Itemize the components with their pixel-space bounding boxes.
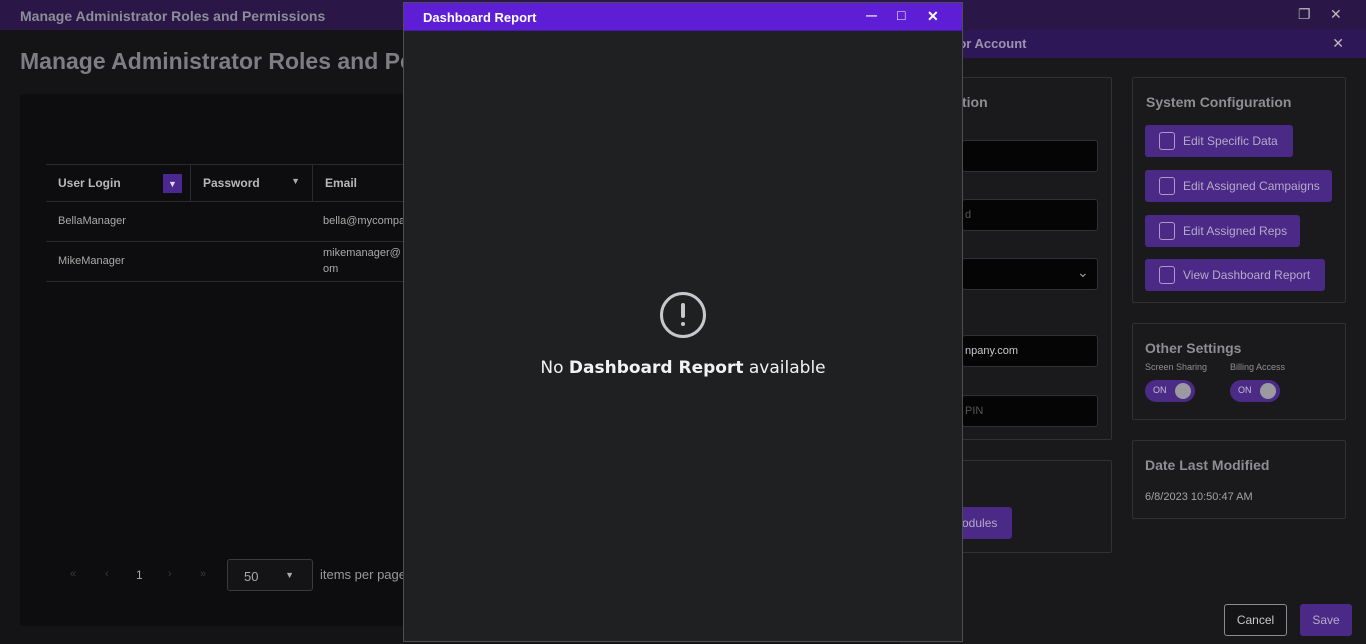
- toggle-knob: [1260, 383, 1276, 399]
- cancel-button[interactable]: Cancel: [1224, 604, 1287, 636]
- column-header-label: Email: [325, 176, 358, 190]
- system-configuration-title: System Configuration: [1146, 94, 1292, 110]
- pin-placeholder: PIN: [965, 405, 984, 417]
- grid-header: User Login ▼ Password ▼ Email: [46, 164, 440, 202]
- last-page-icon[interactable]: »: [200, 568, 206, 580]
- back-window-title: Manage Administrator Roles and Permissio…: [20, 8, 326, 24]
- cell-email: bella@mycompa: [323, 215, 406, 227]
- column-header-user-login[interactable]: User Login ▼: [46, 165, 191, 201]
- save-button[interactable]: Save: [1300, 604, 1352, 636]
- role-select[interactable]: ⌄: [962, 258, 1098, 290]
- filter-icon[interactable]: ▼: [163, 174, 182, 193]
- report-icon: [1159, 266, 1175, 284]
- message-suffix: available: [748, 358, 826, 378]
- email-field[interactable]: npany.com: [962, 335, 1098, 367]
- date-last-modified-value: 6/8/2023 10:50:47 AM: [1145, 491, 1253, 503]
- cell-email-line2: om: [323, 263, 339, 275]
- items-per-page-label: items per page: [320, 567, 406, 582]
- edit-window-title: tor Account: [954, 36, 1027, 51]
- next-page-icon[interactable]: ›: [168, 568, 172, 580]
- other-settings-card: Other Settings Screen Sharing ON Billing…: [1132, 323, 1346, 420]
- screen-sharing-label: Screen Sharing: [1145, 362, 1208, 372]
- dashboard-report-dialog: Dashboard Report — □ ✕ No Dashboard Repo…: [403, 2, 963, 642]
- edit-assigned-campaigns-button[interactable]: Edit Assigned Campaigns: [1145, 170, 1332, 202]
- login-field[interactable]: [962, 140, 1098, 172]
- column-header-label: User Login: [58, 176, 121, 190]
- toggle-state: ON: [1238, 385, 1252, 395]
- empty-state-message: No Dashboard Report available: [404, 358, 962, 378]
- cell-email-line1: mikemanager@: [323, 247, 401, 259]
- toggle-state: ON: [1153, 385, 1167, 395]
- database-icon: [1159, 132, 1175, 150]
- date-last-modified-card: Date Last Modified 6/8/2023 10:50:47 AM: [1132, 440, 1346, 519]
- minimize-icon[interactable]: —: [866, 10, 877, 22]
- cell-user-login: MikeManager: [58, 255, 125, 267]
- edit-assigned-reps-button[interactable]: Edit Assigned Reps: [1145, 215, 1300, 247]
- view-dashboard-report-button[interactable]: View Dashboard Report: [1145, 259, 1325, 291]
- page-size-select[interactable]: 50 ▼: [227, 559, 313, 591]
- table-row[interactable]: MikeManager mikemanager@ om: [46, 242, 440, 282]
- megaphone-icon: [1159, 177, 1175, 195]
- message-prefix: No: [540, 358, 564, 378]
- button-label: View Dashboard Report: [1183, 268, 1311, 282]
- back-window-close-icon[interactable]: ✕: [1330, 6, 1342, 23]
- page-size-value: 50: [244, 569, 259, 584]
- message-bold: Dashboard Report: [568, 358, 744, 378]
- button-label: Edit Specific Data: [1183, 134, 1278, 148]
- password-placeholder: d: [965, 209, 972, 221]
- dialog-close-icon[interactable]: ✕: [927, 8, 939, 25]
- prev-page-icon[interactable]: ‹: [105, 568, 109, 580]
- table-row[interactable]: BellaManager bella@mycompa: [46, 202, 440, 242]
- maximize-icon[interactable]: □: [897, 7, 905, 23]
- section-title: tion: [962, 94, 988, 110]
- cell-user-login: BellaManager: [58, 215, 126, 227]
- page-number[interactable]: 1: [136, 568, 143, 582]
- pager: « ‹ 1 › » 50 ▼ items per page: [60, 559, 440, 591]
- button-label: Edit Assigned Campaigns: [1183, 179, 1320, 193]
- column-header-password[interactable]: Password ▼: [191, 165, 313, 201]
- page-title: Manage Administrator Roles and Pe: [20, 48, 413, 74]
- edit-specific-data-button[interactable]: Edit Specific Data: [1145, 125, 1293, 157]
- users-grid: User Login ▼ Password ▼ Email BellaManag…: [20, 94, 440, 626]
- column-header-label: Password: [203, 176, 260, 190]
- filter-icon[interactable]: ▼: [291, 176, 300, 186]
- edit-modules-button[interactable]: odules: [956, 507, 1012, 539]
- person-icon: [1159, 222, 1175, 240]
- dialog-titlebar[interactable]: Dashboard Report — □ ✕: [404, 3, 962, 31]
- restore-icon[interactable]: ❐: [1298, 6, 1311, 23]
- system-configuration-card: System Configuration Edit Specific Data …: [1132, 77, 1346, 303]
- date-last-modified-title: Date Last Modified: [1145, 457, 1270, 473]
- billing-access-label: Billing Access: [1230, 362, 1286, 372]
- exclamation-circle-icon: [660, 292, 706, 338]
- edit-window-body: tion d ⌄ npany.com PIN odules System Con…: [900, 58, 1366, 644]
- edit-window-close-icon[interactable]: ✕: [1332, 35, 1344, 52]
- toggle-knob: [1175, 383, 1191, 399]
- first-page-icon[interactable]: «: [70, 568, 76, 580]
- edit-window-titlebar: tor Account ✕: [900, 30, 1366, 58]
- chevron-down-icon: ⌄: [1077, 264, 1089, 280]
- email-value: npany.com: [965, 345, 1018, 357]
- other-settings-title: Other Settings: [1145, 340, 1242, 356]
- password-field[interactable]: d: [962, 199, 1098, 231]
- billing-access-toggle[interactable]: ON: [1230, 380, 1280, 402]
- pin-field[interactable]: PIN: [962, 395, 1098, 427]
- button-label: Edit Assigned Reps: [1183, 224, 1288, 238]
- screen-sharing-toggle[interactable]: ON: [1145, 380, 1195, 402]
- dialog-title: Dashboard Report: [423, 10, 537, 25]
- chevron-down-icon: ▼: [285, 570, 294, 580]
